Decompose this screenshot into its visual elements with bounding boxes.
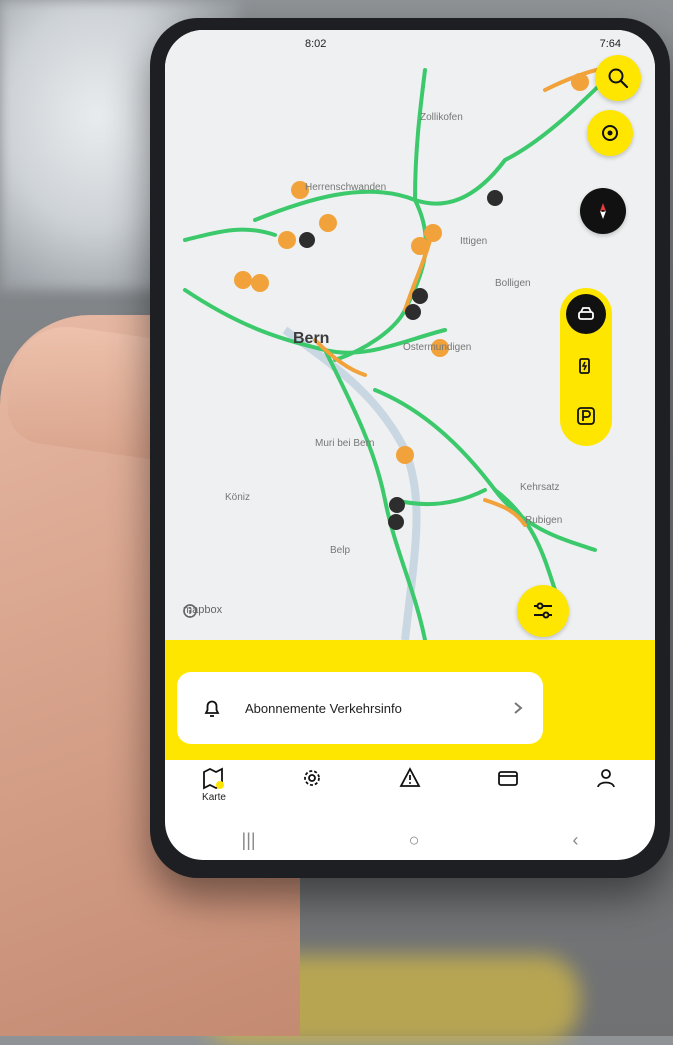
home-button[interactable]: ○ <box>409 830 420 851</box>
locate-icon <box>602 125 618 141</box>
map-label-city: Bern <box>293 330 330 347</box>
status-time: 8:02 <box>305 38 327 50</box>
map-icon <box>203 767 224 790</box>
mapbox-attribution[interactable]: mapbox <box>183 604 222 618</box>
subscription-banner: Abonnemente Verkehrsinfo <box>165 640 655 760</box>
map-label: Bolligen <box>495 278 531 289</box>
map-label: Belp <box>330 545 351 556</box>
compass-button[interactable] <box>580 188 626 234</box>
tab-tickets[interactable] <box>478 766 538 790</box>
map-label: Ittigen <box>460 236 488 247</box>
status-bar: 8:02 7:64 <box>165 30 655 58</box>
bottom-tab-bar: Karte <box>165 760 655 818</box>
user-icon <box>597 769 615 788</box>
system-nav-bar: ||| ○ ‹ <box>165 820 655 860</box>
map-label: Muri bei Bern <box>315 438 375 449</box>
sliders-icon <box>534 602 552 619</box>
chevron-right-icon <box>514 702 523 714</box>
back-button[interactable]: ‹ <box>572 830 578 851</box>
map-label: Herrenschwanden <box>305 182 387 193</box>
layer-charging-button[interactable] <box>566 346 606 386</box>
map-label: Köniz <box>225 492 251 503</box>
phone-screen: Zollikofen Herrenschwanden Ittigen Bolli… <box>165 30 655 860</box>
tab-settings[interactable] <box>282 766 342 790</box>
filter-button[interactable] <box>517 585 569 637</box>
subscription-label: Abonnemente Verkehrsinfo <box>245 700 402 716</box>
bell-icon <box>204 700 220 717</box>
parking-icon <box>577 407 595 425</box>
map-label: Zollikofen <box>420 112 463 123</box>
info-icon[interactable] <box>183 604 197 618</box>
car-icon <box>578 307 594 320</box>
compass-icon <box>600 203 606 219</box>
layer-toggle-pill <box>560 288 612 446</box>
location-button[interactable] <box>587 110 633 156</box>
map-label: Rubigen <box>525 515 563 526</box>
layer-parking-button[interactable] <box>566 396 606 436</box>
tab-map[interactable]: Karte <box>184 766 244 803</box>
search-icon <box>608 68 629 89</box>
subscription-card[interactable]: Abonnemente Verkehrsinfo <box>177 672 543 744</box>
gear-icon <box>304 770 320 786</box>
map-label: Ostermundigen <box>403 342 472 353</box>
ticket-icon <box>498 771 518 786</box>
layer-traffic-button[interactable] <box>566 294 606 334</box>
tab-profile[interactable] <box>576 766 636 790</box>
charging-station-icon <box>579 358 590 374</box>
map-label: Kehrsatz <box>520 482 560 493</box>
warning-icon <box>399 767 421 787</box>
search-button[interactable] <box>595 55 641 101</box>
tab-warnings[interactable] <box>380 766 440 790</box>
recent-apps-button[interactable]: ||| <box>242 830 256 851</box>
tab-map-label: Karte <box>202 792 226 803</box>
status-icons: 7:64 <box>599 38 621 50</box>
